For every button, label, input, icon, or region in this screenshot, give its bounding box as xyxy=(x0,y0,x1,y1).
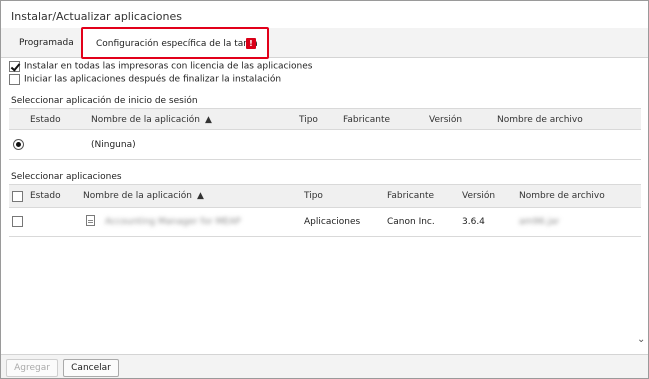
warning-icon: ! xyxy=(246,38,256,49)
col-version-2[interactable]: Versión xyxy=(462,191,495,201)
start-after-install-label: Iniciar las aplicaciones después de fina… xyxy=(24,74,282,85)
login-app-name: (Ninguna) xyxy=(91,140,136,150)
app-row-checkbox[interactable] xyxy=(12,216,23,227)
select-all-checkbox[interactable] xyxy=(12,191,23,202)
apps-section-label: Seleccionar aplicaciones xyxy=(11,172,122,182)
col-nombre-aplicacion-2[interactable]: Nombre de la aplicación ▲ xyxy=(83,191,204,201)
col-fabricante-2[interactable]: Fabricante xyxy=(387,191,434,201)
col-fabricante[interactable]: Fabricante xyxy=(343,115,390,125)
option-start-after-install[interactable]: Iniciar las aplicaciones después de fina… xyxy=(9,74,281,85)
window-title: Instalar/Actualizar aplicaciones xyxy=(11,10,183,23)
col-nombre-aplicacion[interactable]: Nombre de la aplicación ▲ xyxy=(91,115,212,125)
col-nombre-label: Nombre de la aplicación xyxy=(91,115,200,125)
install-all-label: Instalar en todas las impresoras con lic… xyxy=(24,61,313,72)
add-button[interactable]: Agregar xyxy=(6,359,58,377)
col-estado-2[interactable]: Estado xyxy=(30,191,61,201)
dialog-window: Instalar/Actualizar aplicaciones Program… xyxy=(0,0,649,379)
app-row[interactable]: Accounting Manager for MEAP Aplicaciones… xyxy=(9,208,641,237)
col-version[interactable]: Versión xyxy=(429,115,462,125)
col-nombre-archivo-2[interactable]: Nombre de archivo xyxy=(519,191,605,201)
tab-configuracion-especifica[interactable]: Configuración específica de la tarea ! xyxy=(81,27,269,59)
col-tipo-2[interactable]: Tipo xyxy=(304,191,323,201)
button-bar: Agregar Cancelar xyxy=(1,354,648,378)
cancel-button[interactable]: Cancelar xyxy=(63,359,119,377)
app-row-type: Aplicaciones xyxy=(304,217,361,227)
start-after-install-checkbox[interactable] xyxy=(9,74,20,85)
sort-ascending-icon: ▲ xyxy=(204,115,212,125)
login-app-table-header: Estado Nombre de la aplicación ▲ Tipo Fab… xyxy=(9,108,641,130)
app-row-name: Accounting Manager for MEAP xyxy=(105,217,241,227)
col-estado[interactable]: Estado xyxy=(30,115,61,125)
file-icon xyxy=(86,215,95,226)
app-row-filename: am96.jar xyxy=(519,217,560,227)
install-all-checkbox[interactable] xyxy=(9,61,20,72)
col-nombre-archivo[interactable]: Nombre de archivo xyxy=(497,115,583,125)
login-app-row[interactable]: (Ninguna) xyxy=(9,130,641,160)
col-tipo[interactable]: Tipo xyxy=(299,115,318,125)
app-row-version: 3.6.4 xyxy=(462,217,485,227)
col-nombre-label-2: Nombre de la aplicación xyxy=(83,191,192,201)
option-install-all-licensed[interactable]: Instalar en todas las impresoras con lic… xyxy=(9,61,312,72)
chevron-down-icon[interactable]: ⌄ xyxy=(637,334,645,345)
login-app-section-label: Seleccionar aplicación de inicio de sesi… xyxy=(11,96,198,106)
tab-configuracion-label: Configuración específica de la tarea xyxy=(96,39,258,49)
apps-table-header: Estado Nombre de la aplicación ▲ Tipo Fab… xyxy=(9,184,641,208)
tab-programada[interactable]: Programada xyxy=(19,38,74,48)
sort-ascending-icon: ▲ xyxy=(196,191,204,201)
login-app-radio[interactable] xyxy=(13,139,24,150)
app-row-maker: Canon Inc. xyxy=(387,217,435,227)
